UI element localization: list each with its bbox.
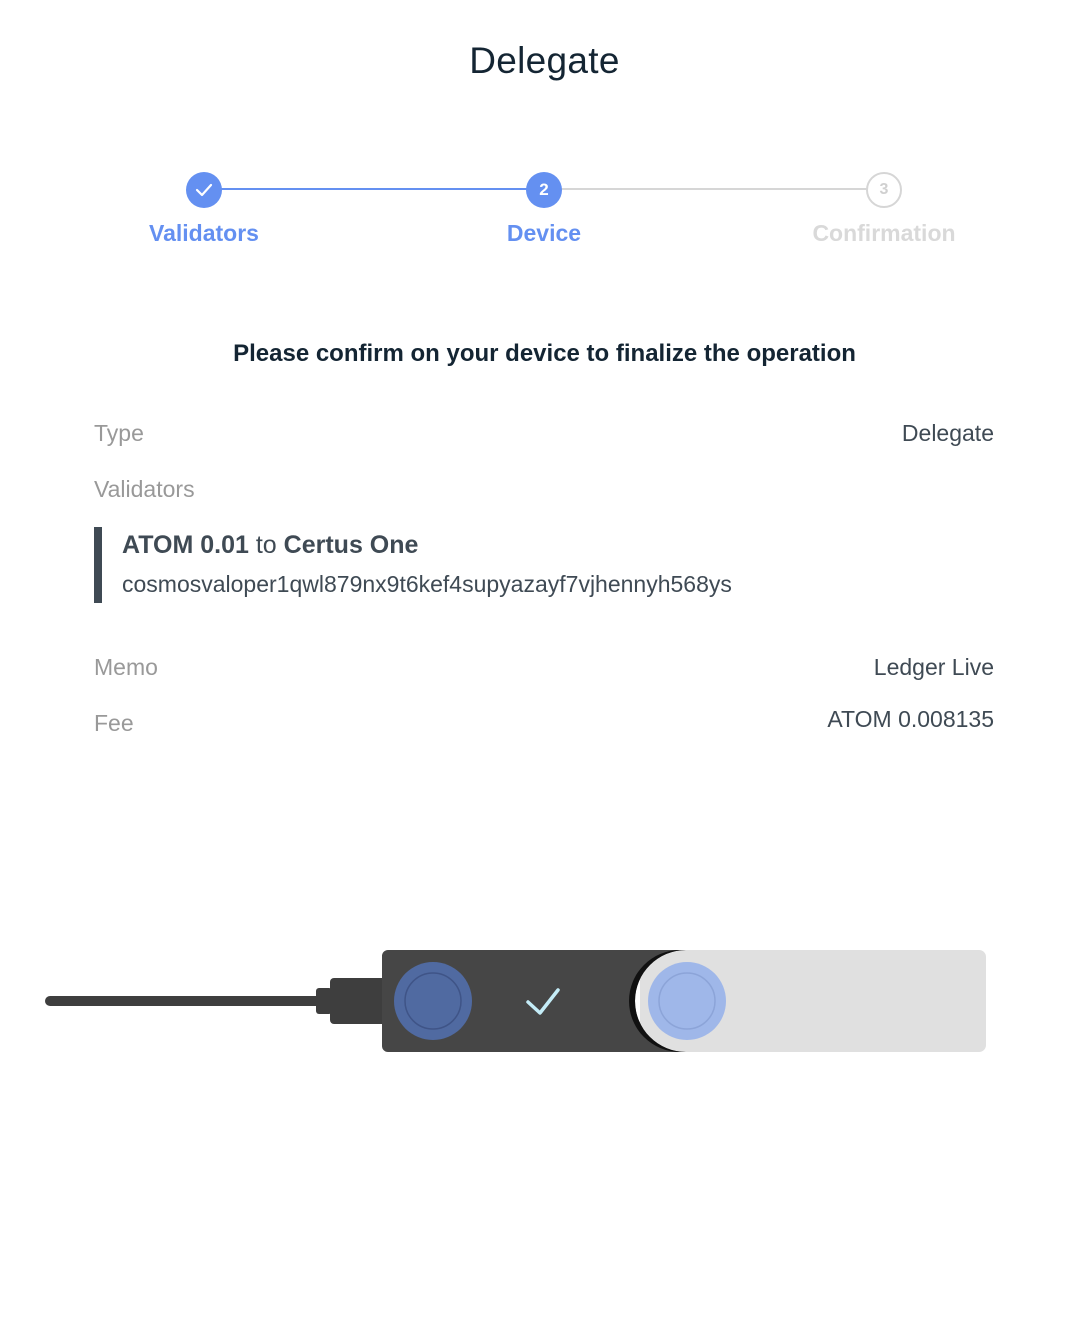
memo-label: Memo [94,654,158,680]
validator-address: cosmosvaloper1qwl879nx9t6kef4supyazayf7v… [122,571,732,597]
step-device-circle: 2 [526,172,562,208]
check-icon [195,183,213,197]
validator-entry: ATOM 0.01 to Certus One cosmosvaloper1qw… [94,527,974,603]
validators-label: Validators [94,476,195,502]
step-confirmation-circle: 3 [866,172,902,208]
step-device-label: Device [506,220,582,246]
step-validators-label: Validators [149,220,259,246]
confirm-message: Please confirm on your device to finaliz… [233,340,856,367]
stepper-line-pending [544,188,884,190]
page-title: Delegate [469,40,620,81]
fee-label: Fee [94,710,134,736]
type-value: Delegate [901,420,994,446]
memo-value: Ledger Live [873,654,994,680]
ledger-device-illustration [40,940,1000,1070]
ledger-device-svg [45,950,986,1052]
validator-amount: ATOM 0.01 [122,531,249,559]
validator-summary: ATOM 0.01 to Certus One [122,531,418,560]
device-left-button [394,962,472,1040]
fee-value: ATOM 0.008135 [827,706,994,732]
type-label: Type [94,420,144,446]
validator-connector: to [255,531,277,559]
usb-cable-icon [45,978,386,1024]
step-confirmation-label: Confirmation [812,220,956,246]
stepper-line-completed [204,188,544,190]
step-validators-circle [186,172,222,208]
stepper: 2 3 Validators Device Confirmation [0,170,1089,260]
device-right-button [648,962,726,1040]
validator-name: Certus One [283,531,419,559]
